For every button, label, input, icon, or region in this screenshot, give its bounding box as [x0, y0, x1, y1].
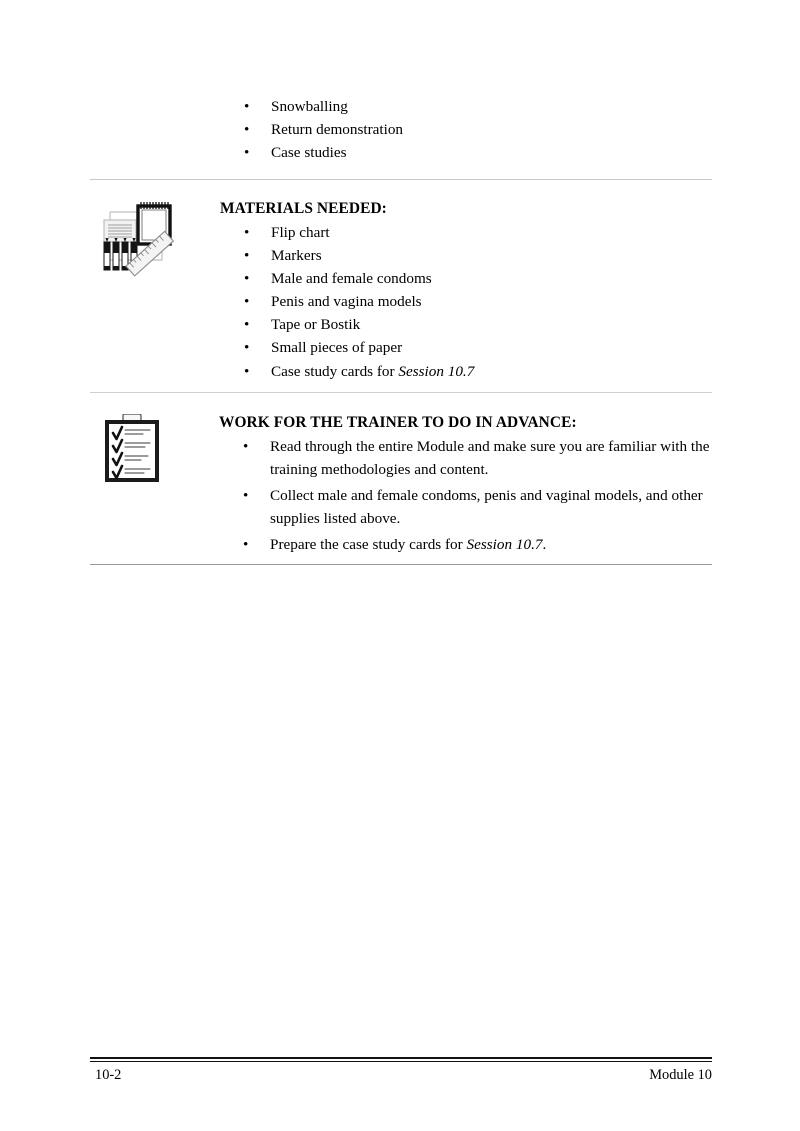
list-item-text: Read through the entire Module and make … — [270, 438, 710, 478]
footer-rule-thin — [90, 1061, 712, 1062]
list-item-text: Tape or Bostik — [271, 316, 361, 334]
list-item-text: Collect male and female condoms, penis a… — [270, 487, 703, 527]
list-item: Flip chart — [220, 222, 712, 245]
trainer-section: WORK FOR THE TRAINER TO DO IN ADVANCE: R… — [219, 413, 711, 561]
list-item-text: Prepare the case study cards for — [270, 536, 467, 554]
list-item: Collect male and female condoms, penis a… — [219, 485, 711, 530]
list-item-text: Markers — [271, 247, 322, 265]
list-item-text: Male and female condoms — [271, 270, 432, 288]
list-item: Tape or Bostik — [220, 314, 712, 337]
clipboard-checklist-icon — [103, 413, 161, 484]
session-reference: Session 10.7 — [398, 362, 475, 380]
list-item: Prepare the case study cards for Session… — [219, 534, 711, 557]
list-item: Small pieces of paper — [220, 337, 712, 360]
list-item: Snowballing — [220, 96, 712, 119]
trainer-heading: WORK FOR THE TRAINER TO DO IN ADVANCE: — [219, 414, 577, 431]
list-item-tail: . — [542, 536, 547, 554]
session-reference: Session 10.7 — [466, 536, 543, 554]
section-divider-2 — [90, 392, 712, 393]
list-item: Markers — [220, 245, 712, 268]
flipchart-markers-ruler-icon — [100, 198, 180, 280]
materials-heading: MATERIALS NEEDED: — [220, 200, 387, 217]
list-item-text: Case study cards for — [271, 362, 399, 380]
methods-bullet-list: Snowballing Return demonstration Case st… — [220, 96, 712, 165]
module-label: Module 10 — [649, 1067, 712, 1083]
page-number: 10-2 — [95, 1067, 122, 1083]
list-item-text: Return demonstration — [271, 121, 404, 139]
list-item-text: Penis and vagina models — [271, 293, 422, 311]
list-item: Case studies — [220, 142, 712, 165]
list-item-text: Case studies — [271, 144, 347, 162]
trainer-bullet-list: Read through the entire Module and make … — [219, 436, 711, 557]
list-item: Case study cards for Session 10.7 — [220, 361, 712, 384]
list-item-text: Small pieces of paper — [271, 339, 403, 357]
document-page: Snowballing Return demonstration Case st… — [0, 0, 800, 1131]
section-divider-1 — [90, 179, 712, 180]
list-item-text: Snowballing — [271, 98, 348, 115]
section-divider-3 — [90, 564, 712, 565]
list-item: Return demonstration — [220, 119, 712, 142]
list-item: Read through the entire Module and make … — [219, 436, 711, 481]
materials-bullet-list: Flip chart Markers Male and female condo… — [220, 222, 712, 383]
materials-section: MATERIALS NEEDED: Flip chart Markers Mal… — [220, 199, 712, 384]
methods-list: Snowballing Return demonstration Case st… — [220, 96, 712, 165]
footer-rule-thick — [90, 1057, 712, 1059]
list-item: Penis and vagina models — [220, 291, 712, 314]
list-item: Male and female condoms — [220, 268, 712, 291]
list-item-text: Flip chart — [271, 224, 330, 241]
